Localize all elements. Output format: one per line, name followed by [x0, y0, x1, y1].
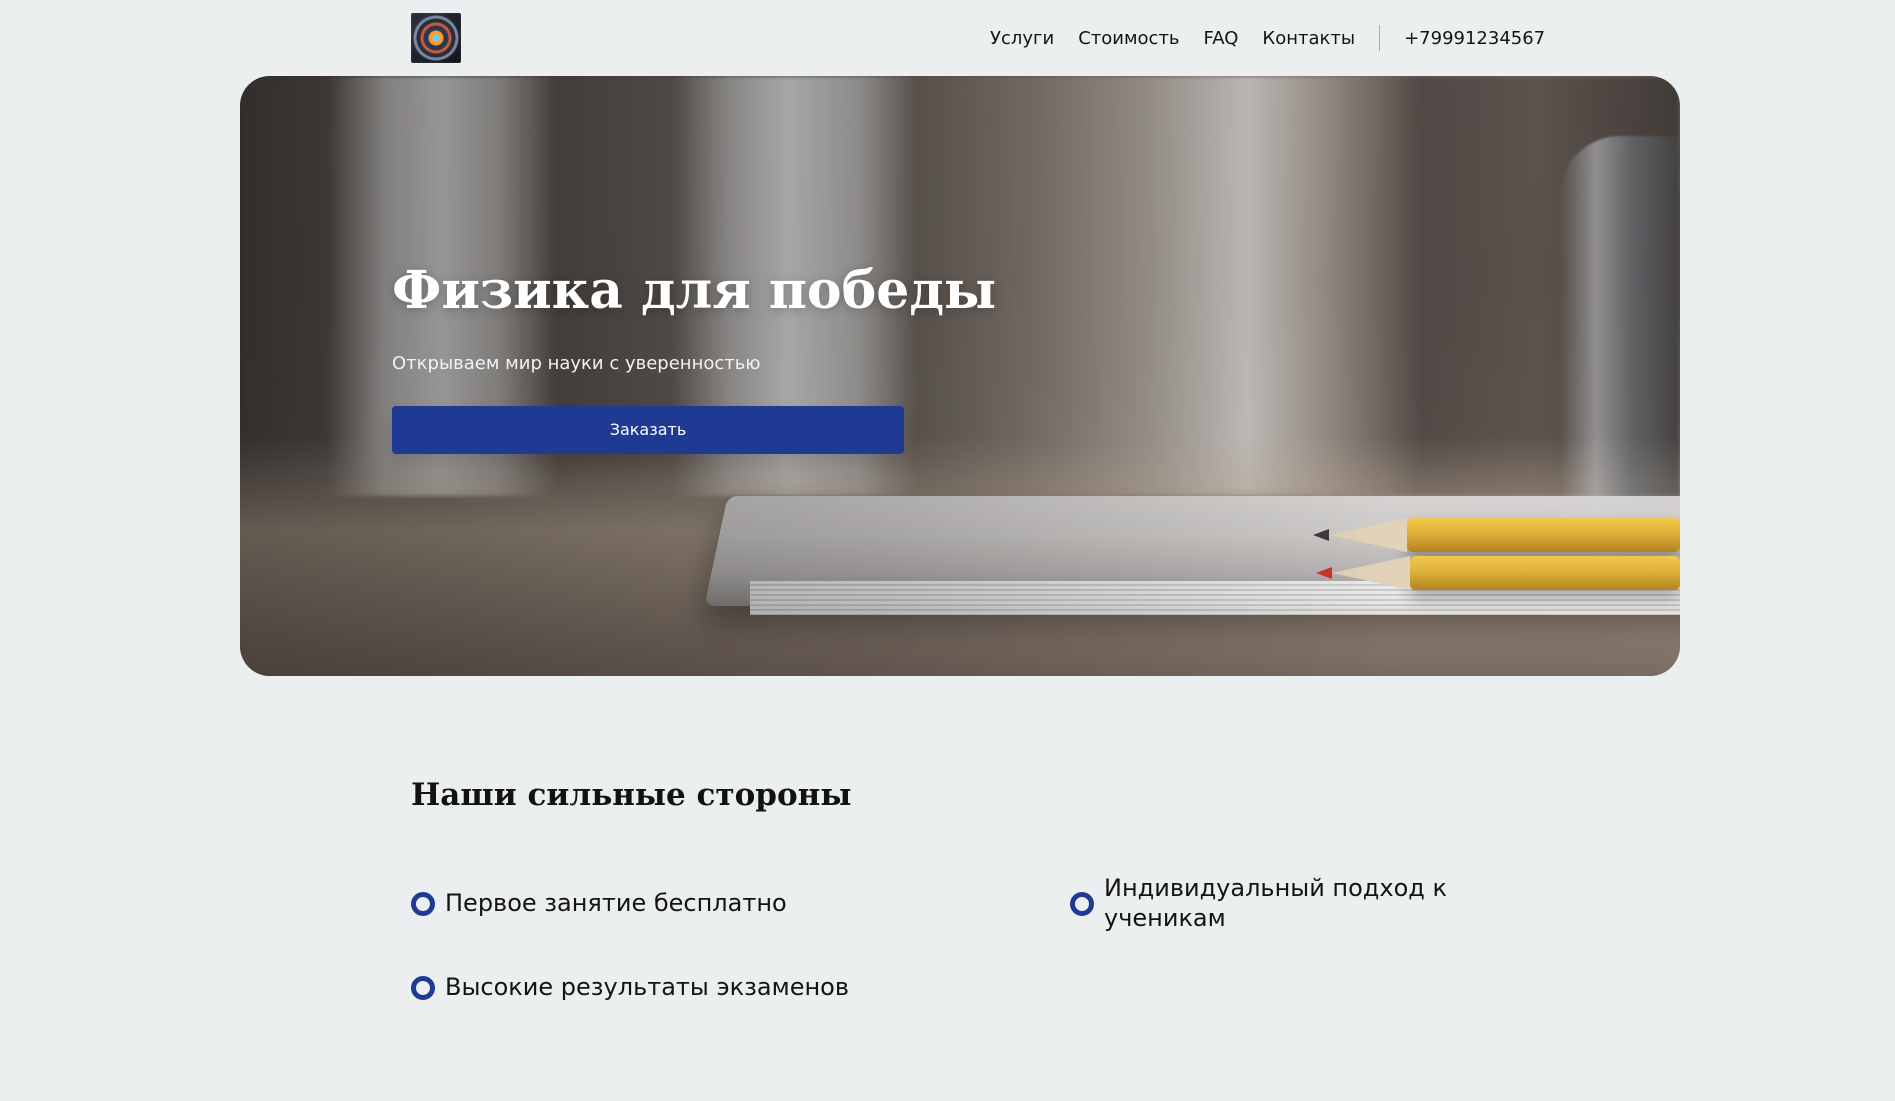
- nav-link-faq[interactable]: FAQ: [1204, 28, 1239, 49]
- strength-item-text: Индивидуальный подход к ученикам: [1104, 874, 1448, 932]
- round-emblem-icon: [411, 13, 461, 63]
- ring-bullet-icon: [411, 892, 435, 916]
- nav-divider: [1379, 25, 1381, 51]
- strength-item: Высокие результаты экзаменов: [411, 972, 971, 1002]
- strength-item-text: Первое занятие бесплатно: [445, 889, 787, 917]
- order-button[interactable]: Заказать: [392, 405, 904, 454]
- phone-link[interactable]: +79991234567: [1404, 28, 1545, 49]
- nav-link-contacts[interactable]: Контакты: [1262, 28, 1355, 49]
- ring-bullet-icon: [411, 976, 435, 1000]
- hero-banner: Физика для победы Открываем мир науки с …: [240, 76, 1680, 676]
- strength-item: Индивидуальный подход к ученикам: [1070, 873, 1480, 933]
- strength-item-text: Высокие результаты экзаменов: [445, 973, 850, 1001]
- logo[interactable]: [411, 13, 461, 63]
- hero-subtitle: Открываем мир науки с уверенностью: [392, 352, 761, 374]
- strengths-title: Наши сильные стороны: [411, 777, 852, 813]
- nav-link-services[interactable]: Услуги: [990, 28, 1054, 49]
- hero-content: Физика для победы Открываем мир науки с …: [392, 260, 997, 454]
- site-header: Услуги Стоимость FAQ Контакты +799912345…: [0, 0, 1895, 76]
- main-nav: Услуги Стоимость FAQ Контакты +799912345…: [990, 0, 1569, 76]
- hero-title: Физика для победы: [392, 260, 997, 321]
- nav-link-pricing[interactable]: Стоимость: [1078, 28, 1179, 49]
- ring-bullet-icon: [1070, 892, 1094, 916]
- strength-item: Первое занятие бесплатно: [411, 888, 971, 918]
